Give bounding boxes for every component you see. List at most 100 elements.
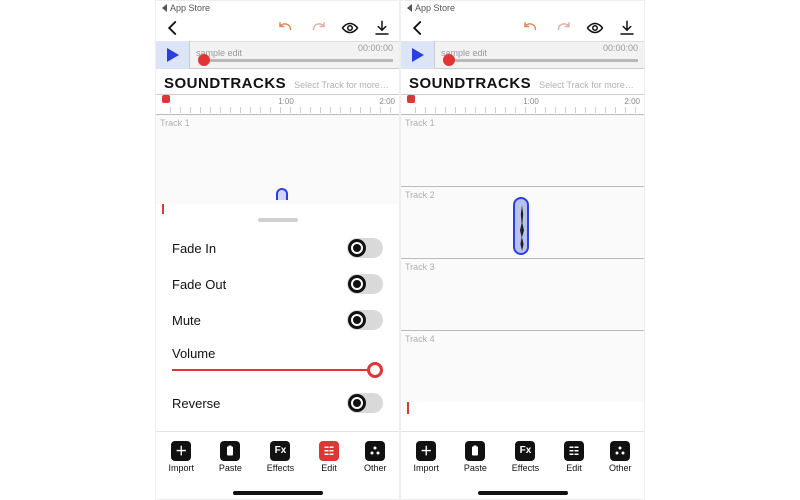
sheet-grabber-icon[interactable] (258, 218, 298, 222)
phone-right: App Store sample edit 00:00:00 SOUNDTRAC… (400, 0, 645, 500)
top-toolbar (156, 15, 399, 41)
slider-knob[interactable] (367, 362, 383, 378)
ruler-tick-mid: 1:00 (266, 97, 306, 106)
ruler-tick-end: 2:00 (600, 97, 640, 106)
option-fade-in: Fade In (172, 230, 383, 266)
tab-label: Import (413, 463, 439, 473)
tab-label: Paste (219, 463, 242, 473)
toggle-fade-in[interactable] (347, 238, 383, 258)
audio-clip[interactable] (276, 188, 288, 200)
option-label: Reverse (172, 396, 220, 411)
edit-options-sheet: Fade In Fade Out Mute Volume Reverse (156, 226, 399, 421)
track-1[interactable]: Track 1 (401, 114, 644, 186)
undo-icon[interactable] (522, 19, 540, 37)
home-indicator (233, 491, 323, 495)
ruler-tick-end: 2:00 (355, 97, 395, 106)
tab-label: Effects (512, 463, 539, 473)
bottom-tab-bar: ＋Import Paste FxEffects Edit Other (156, 431, 399, 481)
tab-other[interactable]: Other (364, 441, 387, 473)
clip-duration: 00:00:00 (358, 43, 393, 53)
scrub-line (200, 59, 393, 62)
status-bar: App Store (401, 1, 644, 15)
timeline-ruler[interactable]: 1:00 2:00 (156, 94, 399, 114)
volume-slider[interactable] (172, 365, 383, 375)
status-bar: App Store (156, 1, 399, 15)
toggle-fade-out[interactable] (347, 274, 383, 294)
timeline-ruler[interactable]: 1:00 2:00 (401, 94, 644, 114)
play-button[interactable] (401, 41, 435, 69)
home-indicator (478, 491, 568, 495)
track-4[interactable]: Track 4 (401, 330, 644, 402)
play-row: sample edit 00:00:00 (156, 41, 399, 69)
playhead-handle-icon[interactable] (407, 95, 415, 103)
audio-clip[interactable] (513, 197, 529, 255)
tab-edit[interactable]: Edit (564, 441, 584, 473)
scrub-knob[interactable] (443, 54, 455, 66)
play-button[interactable] (156, 41, 190, 69)
scrub-line (445, 59, 638, 62)
play-scrubber[interactable]: sample edit 00:00:00 (435, 41, 644, 69)
play-scrubber[interactable]: sample edit 00:00:00 (190, 41, 399, 69)
tracks-area: Track 1 Track 2 Track 3 Track 4 (401, 114, 644, 414)
back-icon[interactable] (409, 19, 427, 37)
option-label: Mute (172, 313, 201, 328)
ruler-marks (170, 107, 395, 113)
toggle-mute[interactable] (347, 310, 383, 330)
redo-icon[interactable] (554, 19, 572, 37)
track-label: Track 3 (405, 262, 435, 272)
tab-label: Paste (464, 463, 487, 473)
tab-paste[interactable]: Paste (464, 441, 487, 473)
play-row: sample edit 00:00:00 (401, 41, 644, 69)
phone-left: App Store sample edit 00:00:00 SOUNDTRAC… (155, 0, 400, 500)
tab-label: Edit (566, 463, 582, 473)
slider-track (172, 369, 369, 371)
preview-eye-icon[interactable] (341, 19, 359, 37)
waveform-icon (520, 205, 524, 251)
option-fade-out: Fade Out (172, 266, 383, 302)
tab-other[interactable]: Other (609, 441, 632, 473)
back-triangle-icon (407, 4, 412, 12)
tab-paste[interactable]: Paste (219, 441, 242, 473)
download-icon[interactable] (618, 19, 636, 37)
option-reverse: Reverse (172, 385, 383, 421)
undo-icon[interactable] (277, 19, 295, 37)
section-header: SOUNDTRACKS Select Track for more op... (156, 69, 399, 94)
status-back-label[interactable]: App Store (415, 1, 455, 15)
status-back-label[interactable]: App Store (170, 1, 210, 15)
tab-effects[interactable]: FxEffects (512, 441, 539, 473)
tab-import[interactable]: ＋Import (413, 441, 439, 473)
track-label: Track 1 (405, 118, 435, 128)
playhead-handle-icon[interactable] (162, 95, 170, 103)
play-icon (412, 48, 424, 62)
play-icon (167, 48, 179, 62)
track-label: Track 4 (405, 334, 435, 344)
scrub-knob[interactable] (198, 54, 210, 66)
section-header: SOUNDTRACKS Select Track for more op... (401, 69, 644, 94)
redo-icon[interactable] (309, 19, 327, 37)
tab-label: Other (364, 463, 387, 473)
tab-label: Edit (321, 463, 337, 473)
tab-label: Import (168, 463, 194, 473)
ruler-tick-mid: 1:00 (511, 97, 551, 106)
back-icon[interactable] (164, 19, 182, 37)
preview-eye-icon[interactable] (586, 19, 604, 37)
tab-edit[interactable]: Edit (319, 441, 339, 473)
track-2[interactable]: Track 2 (401, 186, 644, 258)
tracks-area: Track 1 (156, 114, 399, 214)
option-mute: Mute (172, 302, 383, 338)
option-label: Volume (172, 346, 215, 361)
section-title: SOUNDTRACKS (164, 75, 286, 92)
tab-effects[interactable]: FxEffects (267, 441, 294, 473)
option-label: Fade In (172, 241, 216, 256)
toggle-reverse[interactable] (347, 393, 383, 413)
section-subtitle: Select Track for more op... (539, 80, 636, 90)
section-title: SOUNDTRACKS (409, 75, 531, 92)
clip-duration: 00:00:00 (603, 43, 638, 53)
track-3[interactable]: Track 3 (401, 258, 644, 330)
download-icon[interactable] (373, 19, 391, 37)
track-label: Track 1 (160, 118, 190, 128)
ruler-marks (415, 107, 640, 113)
back-triangle-icon (162, 4, 167, 12)
tab-label: Effects (267, 463, 294, 473)
tab-import[interactable]: ＋Import (168, 441, 194, 473)
